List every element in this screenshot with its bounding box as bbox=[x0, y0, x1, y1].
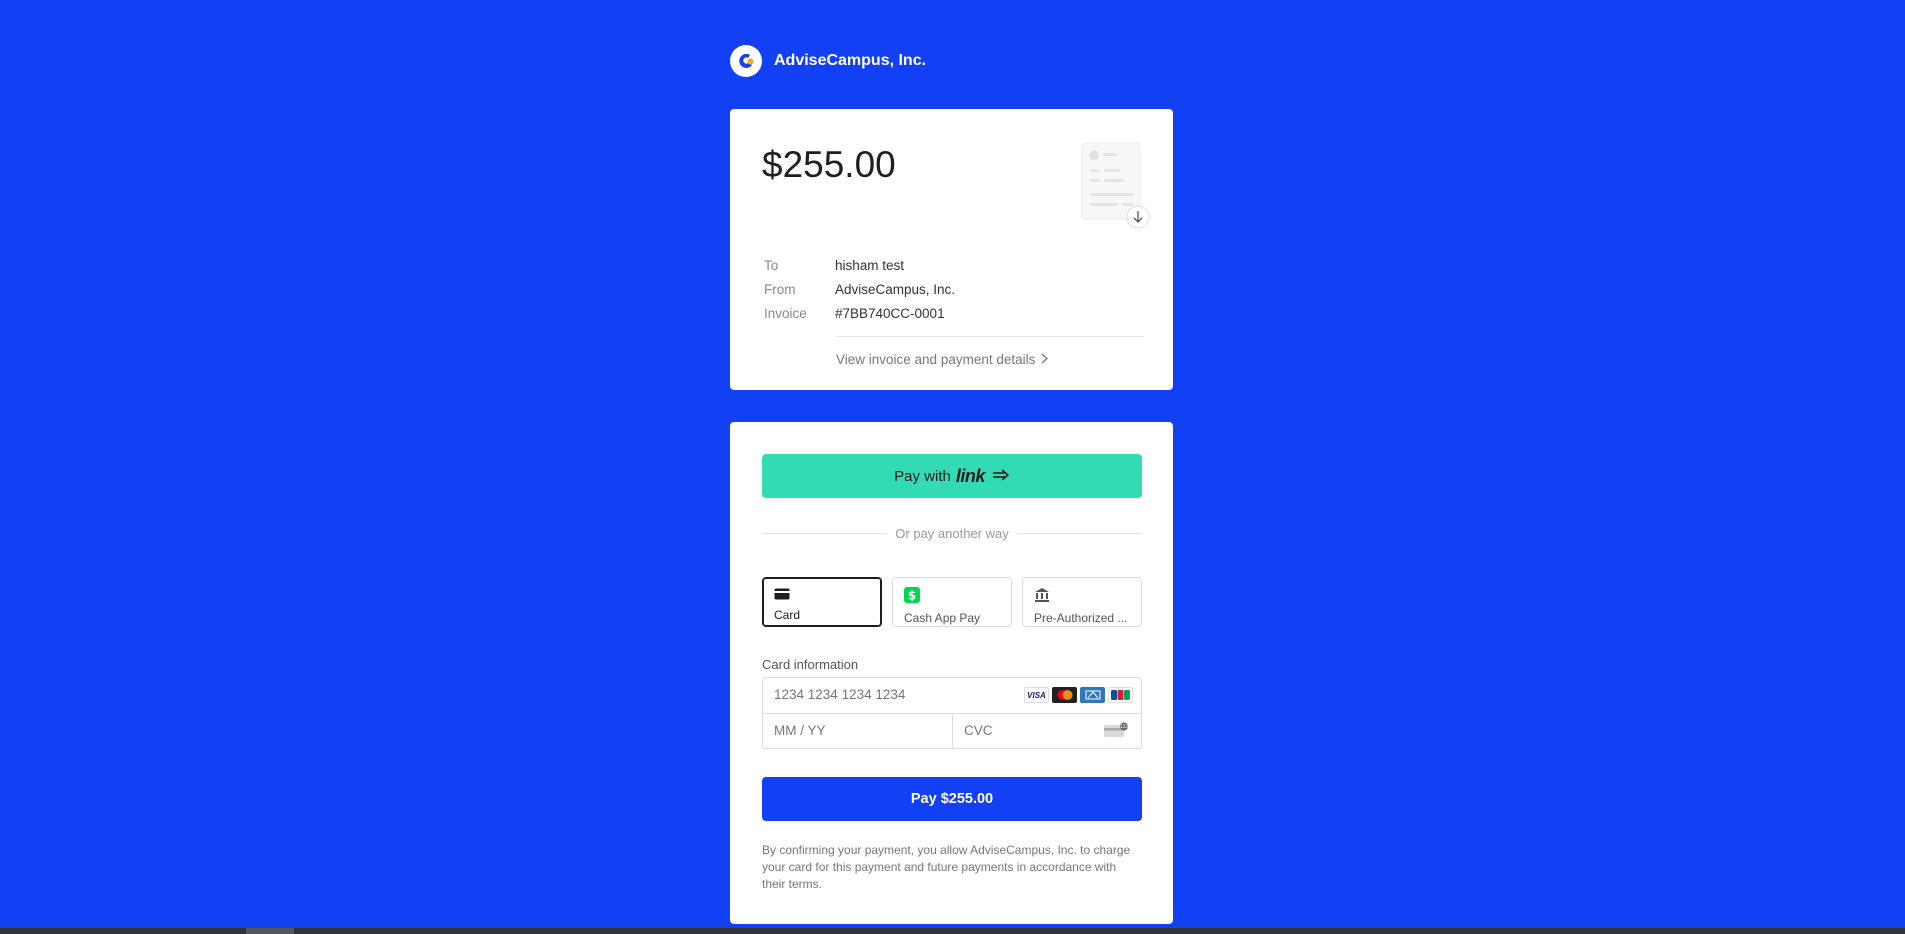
invoice-divider bbox=[836, 336, 1143, 337]
method-label-cash-app: Cash App Pay bbox=[904, 611, 981, 625]
amex-icon bbox=[1080, 687, 1105, 703]
bank-icon bbox=[1035, 588, 1049, 602]
pay-with-label: Pay with bbox=[894, 467, 951, 485]
link-logo: link bbox=[955, 465, 986, 486]
method-label-card: Card bbox=[774, 608, 801, 622]
invoice-row-number: Invoice #7BB740CC-0001 bbox=[764, 301, 955, 325]
card-information-fields: VISA 123 bbox=[762, 677, 1142, 749]
or-divider-text: Or pay another way bbox=[895, 526, 1009, 541]
card-number-input[interactable] bbox=[774, 687, 994, 702]
or-line-left bbox=[762, 533, 888, 534]
method-tab-cash-app[interactable]: $ Cash App Pay bbox=[892, 577, 1012, 627]
merchant-name: AdviseCampus, Inc. bbox=[774, 52, 927, 69]
to-value: hisham test bbox=[835, 257, 905, 273]
card-number-row: VISA bbox=[763, 678, 1141, 714]
payment-method-tabs: Card $ Cash App Pay Pre-Authorized ... bbox=[762, 577, 1142, 627]
invoice-row-from: From AdviseCampus, Inc. bbox=[764, 277, 955, 301]
invoice-number: #7BB740CC-0001 bbox=[835, 305, 945, 321]
pay-button[interactable]: Pay $255.00 bbox=[762, 777, 1142, 821]
invoice-download-icon[interactable] bbox=[1078, 141, 1150, 229]
or-divider: Or pay another way bbox=[762, 526, 1143, 541]
svg-text:123: 123 bbox=[1120, 724, 1128, 729]
or-line-right bbox=[1016, 533, 1143, 534]
payment-card: Pay with link Or pay another way Card $ … bbox=[730, 422, 1173, 924]
view-invoice-details-link[interactable]: View invoice and payment details bbox=[836, 351, 1049, 367]
jcb-icon bbox=[1108, 687, 1133, 703]
invoice-summary-card: $255.00 To hisham test From AdviseCampus… bbox=[730, 109, 1173, 390]
merchant-logo-icon bbox=[730, 45, 762, 77]
arrow-right-icon bbox=[992, 466, 1010, 486]
legal-consent-text: By confirming your payment, you allow Ad… bbox=[762, 843, 1131, 891]
mastercard-icon bbox=[1052, 687, 1077, 703]
field-separator bbox=[952, 713, 953, 748]
expiry-input[interactable] bbox=[774, 723, 924, 738]
visa-icon: VISA bbox=[1024, 687, 1049, 703]
card-information-label: Card information bbox=[762, 657, 859, 672]
svg-text:$: $ bbox=[908, 589, 916, 603]
cvc-input[interactable] bbox=[964, 723, 1084, 738]
card-brands: VISA bbox=[1024, 687, 1133, 703]
from-label: From bbox=[764, 281, 796, 297]
method-tab-pre-authorized[interactable]: Pre-Authorized ... bbox=[1022, 577, 1142, 627]
merchant-header: AdviseCampus, Inc. bbox=[730, 45, 926, 77]
cvc-card-icon: 123 bbox=[1103, 722, 1129, 743]
card-icon bbox=[774, 588, 790, 600]
invoice-row-to: To hisham test bbox=[764, 253, 955, 277]
pay-with-link-button[interactable]: Pay with link bbox=[762, 454, 1142, 498]
invoice-details: To hisham test From AdviseCampus, Inc. I… bbox=[764, 253, 955, 325]
cash-app-icon: $ bbox=[904, 587, 920, 603]
chevron-right-icon bbox=[1041, 351, 1049, 367]
to-label: To bbox=[764, 257, 779, 273]
method-label-pre-authorized: Pre-Authorized ... bbox=[1034, 611, 1128, 625]
invoice-label: Invoice bbox=[764, 305, 807, 321]
invoice-amount: $255.00 bbox=[762, 144, 896, 185]
taskbar-item[interactable] bbox=[246, 928, 294, 934]
from-value: AdviseCampus, Inc. bbox=[835, 281, 956, 297]
method-tab-card[interactable]: Card bbox=[762, 577, 882, 627]
view-invoice-details-label: View invoice and payment details bbox=[836, 351, 1036, 367]
